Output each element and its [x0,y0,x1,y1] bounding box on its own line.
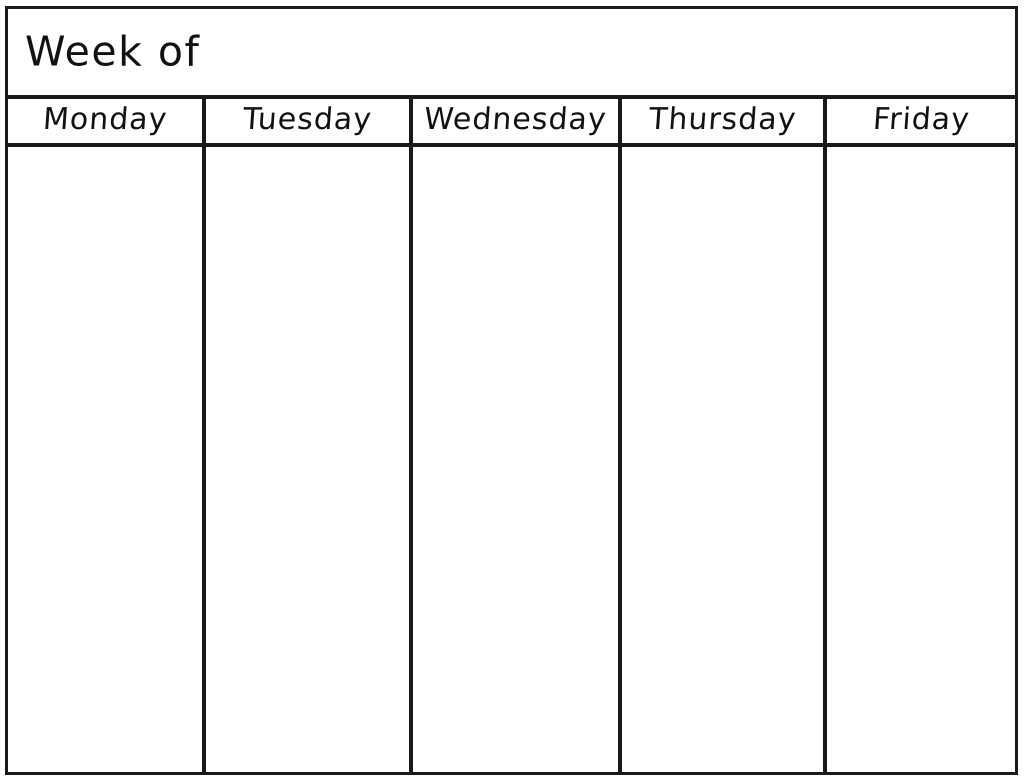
day-header-label-thursday: Thursday [647,102,798,137]
day-header-tuesday: Tuesday [202,99,409,143]
day-cell-thursday[interactable] [618,147,823,772]
day-cell-tuesday[interactable] [202,147,409,772]
day-cell-wednesday[interactable] [409,147,618,772]
day-cell-friday[interactable] [823,147,1015,772]
weekly-planner: Week of Monday Tuesday Wednesday Thursda… [5,6,1018,775]
day-header-wednesday: Wednesday [409,99,618,143]
day-header-friday: Friday [823,99,1015,143]
day-header-row: Monday Tuesday Wednesday Thursday Friday [8,99,1015,147]
week-of-input[interactable] [208,9,1001,95]
day-cell-monday[interactable] [8,147,202,772]
day-body-row [8,147,1015,772]
week-of-label: Week of [25,27,201,76]
day-header-label-tuesday: Tuesday [241,102,374,137]
day-header-label-wednesday: Wednesday [422,102,609,137]
day-header-label-monday: Monday [41,102,169,137]
day-header-monday: Monday [8,99,202,143]
day-header-label-friday: Friday [871,102,971,137]
week-of-row: Week of [8,9,1015,99]
day-header-thursday: Thursday [618,99,823,143]
